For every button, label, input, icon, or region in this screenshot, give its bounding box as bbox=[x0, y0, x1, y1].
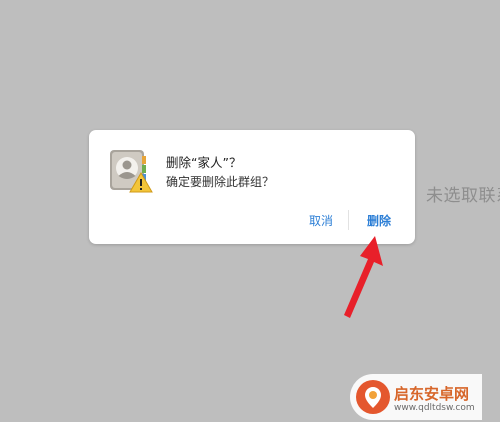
cancel-button[interactable]: 取消 bbox=[309, 212, 333, 229]
red-arrow-icon bbox=[335, 232, 385, 322]
watermark-url: www.qdltdsw.com bbox=[394, 403, 475, 413]
delete-group-dialog: 删除“家人”？ 确定要删除此群组？ 取消 删除 bbox=[89, 130, 415, 244]
watermark-name: 启东安卓网 bbox=[394, 385, 470, 403]
screen: 未选取联系人 删除“家人”？ 确定要删除此群组？ 取消 删除 bbox=[0, 0, 500, 422]
contacts-warning-icon bbox=[108, 148, 154, 194]
watermark-logo-icon bbox=[354, 378, 392, 416]
delete-button[interactable]: 删除 bbox=[367, 212, 391, 229]
button-divider bbox=[348, 210, 349, 230]
site-watermark: 启东安卓网 www.qdltdsw.com bbox=[350, 370, 500, 422]
no-contact-selected-text: 未选取联系人 bbox=[426, 186, 500, 206]
dialog-title: 删除“家人”？ bbox=[166, 155, 242, 170]
dialog-message: 确定要删除此群组？ bbox=[166, 175, 275, 189]
